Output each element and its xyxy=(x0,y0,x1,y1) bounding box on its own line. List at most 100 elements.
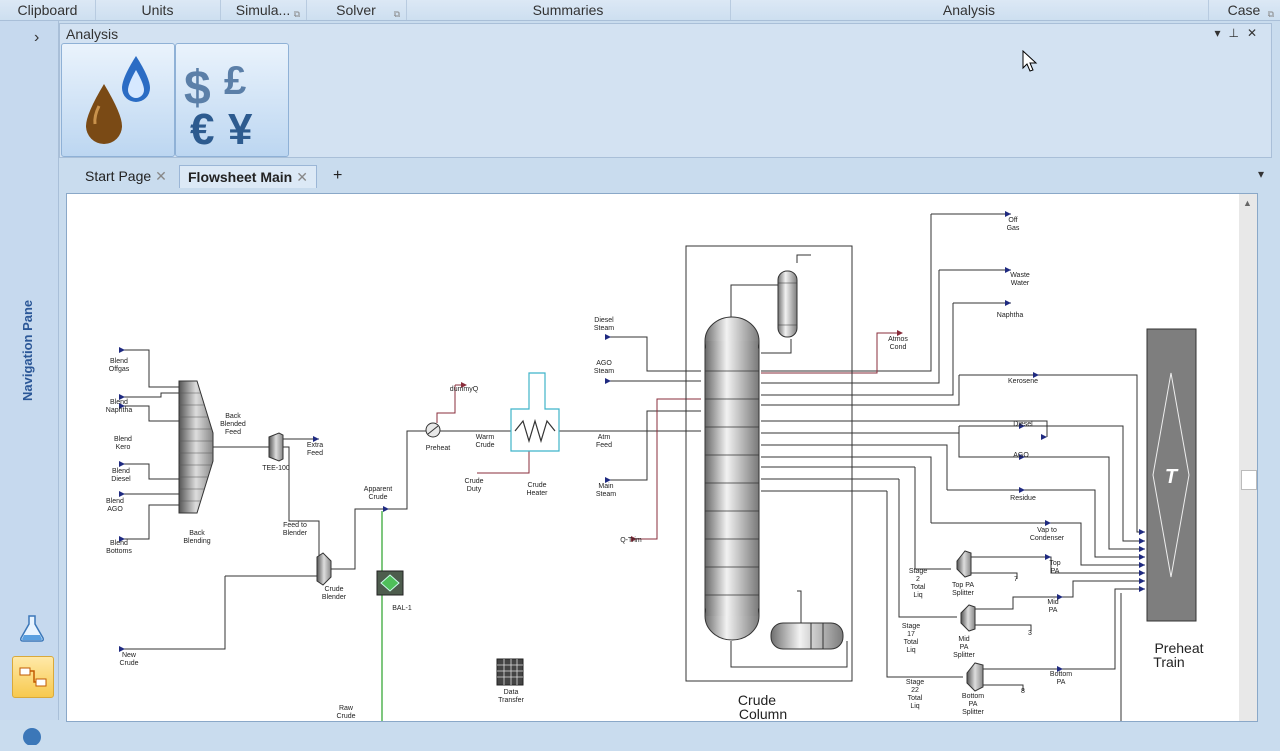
label-blend-kero[interactable]: Blend Kero xyxy=(114,436,132,451)
close-tab-icon[interactable]: ✕ xyxy=(296,169,308,185)
label-stream-8[interactable]: 8 xyxy=(1021,688,1025,695)
dropdown-icon[interactable]: ▾ xyxy=(1214,26,1228,40)
balance-unit-icon[interactable] xyxy=(376,570,404,596)
ribbon-group-case[interactable]: Case ⧉ xyxy=(1208,0,1280,20)
label-ago[interactable]: AGO xyxy=(1013,452,1029,459)
back-blending-mixer-icon[interactable] xyxy=(178,380,214,514)
mid-pa-splitter-icon[interactable] xyxy=(960,604,976,632)
add-tab-button[interactable]: + xyxy=(325,165,350,187)
energy-icon xyxy=(23,728,41,745)
label-off-gas[interactable]: Off Gas xyxy=(1007,217,1020,232)
label-vap-to-condenser[interactable]: Vap to Condenser xyxy=(1030,527,1065,542)
top-pa-splitter-icon[interactable] xyxy=(956,550,972,578)
preheat-train-symbol: T xyxy=(1165,466,1179,488)
label-blend-ago[interactable]: Blend AGO xyxy=(106,498,124,513)
close-tab-icon[interactable]: ✕ xyxy=(155,168,167,184)
label-mid-pa-splitter[interactable]: Mid PA Splitter xyxy=(953,636,975,659)
expand-chevron-icon[interactable]: › xyxy=(34,29,39,47)
label-q-trim[interactable]: Q-Trim xyxy=(620,537,642,544)
label-stream-7[interactable]: 7 xyxy=(1014,576,1018,583)
flowsheet-canvas[interactable]: T Blend Offgas Blend Naphtha Blend Kero Ble… xyxy=(66,193,1258,722)
label-top-pa[interactable]: Top PA xyxy=(1049,560,1060,575)
label-new-crude[interactable]: New Crude xyxy=(119,652,138,667)
crude-heater-icon[interactable] xyxy=(510,372,560,452)
ribbon-group-summaries[interactable]: Summaries xyxy=(406,0,731,20)
label-preheat[interactable]: Preheat xyxy=(426,445,451,452)
vertical-scrollbar[interactable]: ▲ xyxy=(1239,194,1257,721)
label-blend-bottoms[interactable]: Blend Bottoms xyxy=(106,540,132,555)
label-apparent-crude[interactable]: Apparent Crude xyxy=(364,486,392,501)
label-diesel[interactable]: Diesel xyxy=(1013,421,1033,428)
svg-text:€: € xyxy=(190,105,214,154)
crude-blender-mixer-icon[interactable] xyxy=(316,552,332,586)
flask-icon xyxy=(20,615,44,642)
ribbon-group-analysis[interactable]: Analysis xyxy=(730,0,1209,20)
label-bal-1[interactable]: BAL-1 xyxy=(392,605,412,612)
label-atmos-cond[interactable]: Atmos Cond xyxy=(888,336,908,351)
ribbon-group-units[interactable]: Units xyxy=(95,0,221,20)
label-crude-heater[interactable]: Crude Heater xyxy=(526,482,548,497)
dialog-launcher-icon[interactable]: ⧉ xyxy=(294,4,300,24)
ribbon-group-solver[interactable]: Solver ⧉ xyxy=(306,0,407,20)
label-data-transfer[interactable]: Data Transfer xyxy=(498,689,524,704)
label-warm-crude[interactable]: Warm Crude xyxy=(475,434,494,449)
label-raw-crude[interactable]: Raw Crude xyxy=(336,705,355,720)
tab-list-dropdown-icon[interactable]: ▾ xyxy=(1258,167,1264,181)
economics-tile[interactable]: $ £ € ¥ xyxy=(175,43,289,157)
label-dummyq[interactable]: dummyQ xyxy=(450,386,479,393)
label-diesel-steam[interactable]: Diesel Steam xyxy=(594,317,614,332)
label-mid-pa[interactable]: Mid PA xyxy=(1047,599,1058,614)
label-residue[interactable]: Residue xyxy=(1010,495,1036,502)
simulation-flowsheet-button[interactable] xyxy=(12,656,54,698)
label-tee-100[interactable]: TEE-100 xyxy=(262,465,290,472)
bottom-pa-splitter-icon[interactable] xyxy=(966,662,984,692)
distillation-column-icon[interactable] xyxy=(704,316,760,641)
label-waste-water[interactable]: Waste Water xyxy=(1010,272,1030,287)
reboiler-drum-icon[interactable] xyxy=(770,622,844,650)
label-main-steam[interactable]: Main Steam xyxy=(596,483,616,498)
preheat-exchanger-icon[interactable] xyxy=(425,422,441,438)
label-blend-diesel[interactable]: Blend Diesel xyxy=(111,468,131,483)
ribbon-group-simulation[interactable]: Simula... ⧉ xyxy=(220,0,307,20)
ribbon-group-label: Summaries xyxy=(532,2,604,18)
label-crude-duty[interactable]: Crude Duty xyxy=(464,478,483,493)
crude-assay-tile[interactable] xyxy=(61,43,175,157)
energy-button[interactable] xyxy=(12,711,52,751)
navigation-pane-label[interactable]: Navigation Pane xyxy=(20,300,35,401)
tee-splitter-icon[interactable] xyxy=(268,432,284,462)
label-stage-2-total-liq[interactable]: Stage 2 Total Liq xyxy=(909,568,927,599)
label-kerosene[interactable]: Kerosene xyxy=(1008,378,1038,385)
label-back-blending[interactable]: Back Blending xyxy=(183,530,210,545)
label-top-pa-splitter[interactable]: Top PA Splitter xyxy=(952,582,975,597)
dialog-launcher-icon[interactable]: ⧉ xyxy=(1268,4,1274,24)
tab-start-page[interactable]: Start Page ✕ xyxy=(77,165,175,187)
label-stream-3[interactable]: 3 xyxy=(1028,630,1032,637)
label-stage-22-total-liq[interactable]: Stage 22 Total Liq xyxy=(906,679,924,710)
pin-icon[interactable]: ⊥ xyxy=(1228,26,1246,40)
label-preheat-train[interactable]: Preheat Train xyxy=(1153,640,1203,670)
properties-flask-button[interactable] xyxy=(12,608,52,648)
label-crude-blender[interactable]: Crude Blender xyxy=(322,586,347,601)
tab-flowsheet-main[interactable]: Flowsheet Main ✕ xyxy=(179,165,317,188)
preheat-train-subflowsheet-icon[interactable]: T xyxy=(1146,328,1197,622)
label-crude-column[interactable]: Crude Column xyxy=(738,692,787,721)
close-icon[interactable]: ✕ xyxy=(1247,26,1265,40)
label-blend-naphtha[interactable]: Blend Naphtha xyxy=(106,399,133,414)
label-feed-to-blender[interactable]: Feed to Blender xyxy=(283,522,308,537)
label-atm-feed[interactable]: Atm Feed xyxy=(596,434,612,449)
ribbon-group-clipboard[interactable]: Clipboard xyxy=(0,0,96,20)
scroll-up-icon[interactable]: ▲ xyxy=(1243,198,1252,208)
dialog-launcher-icon[interactable]: ⧉ xyxy=(394,4,400,24)
label-blend-offgas[interactable]: Blend Offgas xyxy=(109,358,130,373)
scrollbar-thumb[interactable] xyxy=(1241,470,1257,490)
label-back-blended-feed[interactable]: Back Blended Feed xyxy=(220,413,246,436)
label-ago-steam[interactable]: AGO Steam xyxy=(594,360,614,375)
data-transfer-spreadsheet-icon[interactable] xyxy=(496,658,524,686)
label-bottom-pa-splitter[interactable]: Bottom PA Splitter xyxy=(962,693,985,716)
condenser-drum-icon[interactable] xyxy=(777,270,798,338)
label-naphtha[interactable]: Naphtha xyxy=(997,312,1024,319)
label-bottom-pa[interactable]: Bottom PA xyxy=(1050,671,1072,686)
flowsheet-diagram[interactable]: T Blend Offgas Blend Naphtha Blend Kero Ble… xyxy=(67,194,1239,721)
label-extra-feed[interactable]: Extra Feed xyxy=(307,442,323,457)
label-stage-17-total-liq[interactable]: Stage 17 Total Liq xyxy=(902,623,920,654)
